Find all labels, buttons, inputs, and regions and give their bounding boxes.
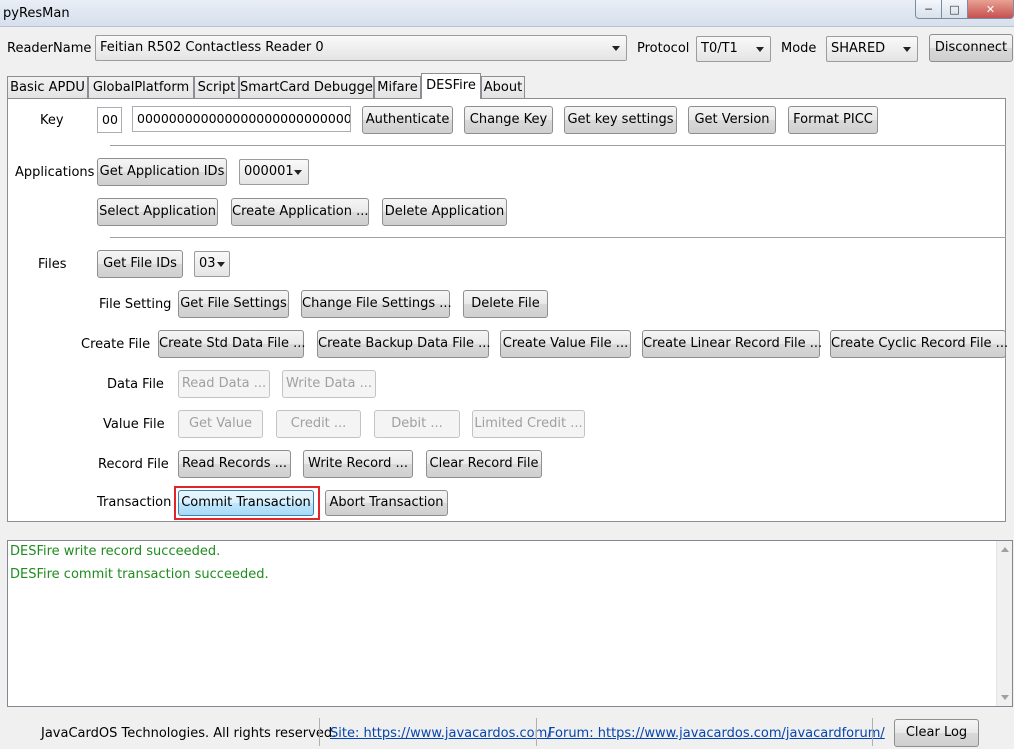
protocol-value: T0/T1 bbox=[701, 41, 738, 56]
window-controls: ─ □ ✕ bbox=[915, 0, 1014, 20]
select-application-button[interactable]: Select Application bbox=[97, 198, 218, 226]
create-cyclic-record-file-button[interactable]: Create Cyclic Record File ... bbox=[830, 330, 1008, 358]
divider bbox=[110, 237, 1006, 238]
credit-button[interactable]: Credit ... bbox=[276, 410, 361, 438]
mode-value: SHARED bbox=[831, 41, 886, 56]
create-std-data-file-button[interactable]: Create Std Data File ... bbox=[158, 330, 306, 358]
chevron-down-icon bbox=[756, 47, 764, 52]
reader-name-label: ReaderName bbox=[7, 41, 92, 56]
reader-name-select[interactable]: Feitian R502 Contactless Reader 0 bbox=[95, 35, 627, 61]
key-label: Key bbox=[40, 113, 64, 128]
copyright-text: JavaCardOS Technologies. All rights rese… bbox=[41, 726, 337, 741]
transaction-label: Transaction bbox=[97, 495, 172, 510]
create-backup-data-file-button[interactable]: Create Backup Data File ... bbox=[317, 330, 491, 358]
applications-label: Applications bbox=[15, 165, 95, 180]
footer: JavaCardOS Technologies. All rights rese… bbox=[0, 712, 1014, 749]
chevron-down-icon bbox=[294, 170, 302, 175]
get-application-ids-button[interactable]: Get Application IDs bbox=[97, 158, 227, 186]
format-picc-button[interactable]: Format PICC bbox=[788, 106, 878, 134]
get-file-settings-button[interactable]: Get File Settings bbox=[178, 290, 289, 318]
tab-about[interactable]: About bbox=[481, 76, 525, 98]
protocol-select[interactable]: T0/T1 bbox=[696, 36, 771, 62]
close-icon: ✕ bbox=[985, 2, 996, 16]
site-link[interactable]: Site: https://www.javacardos.com/ bbox=[330, 726, 552, 741]
maximize-icon: □ bbox=[949, 2, 960, 16]
read-data-button[interactable]: Read Data ... bbox=[178, 370, 270, 398]
chevron-down-icon bbox=[903, 47, 911, 52]
chevron-down-icon bbox=[612, 46, 620, 51]
divider bbox=[872, 718, 873, 746]
tab-basic-apdu[interactable]: Basic APDU bbox=[7, 76, 88, 98]
key-value-field[interactable]: 00000000000000000000000000000000 bbox=[132, 106, 351, 132]
authenticate-button[interactable]: Authenticate bbox=[362, 106, 453, 134]
log-scrollbar[interactable] bbox=[996, 541, 1012, 706]
app-window: pyResMan ─ □ ✕ ReaderName Feitian R502 C… bbox=[0, 0, 1014, 749]
scroll-up-icon[interactable] bbox=[1001, 547, 1009, 552]
delete-file-button[interactable]: Delete File bbox=[463, 290, 548, 318]
files-label: Files bbox=[38, 257, 67, 272]
key-number-field[interactable]: 00 bbox=[97, 107, 122, 133]
log-line: DESFire write record succeeded. bbox=[10, 544, 221, 559]
protocol-label: Protocol bbox=[637, 41, 690, 56]
tab-desfire[interactable]: DESFire bbox=[421, 73, 481, 99]
file-id-value: 03 bbox=[199, 256, 216, 271]
change-file-settings-button[interactable]: Change File Settings ... bbox=[301, 290, 452, 318]
create-application-button[interactable]: Create Application ... bbox=[231, 198, 369, 226]
change-key-button[interactable]: Change Key bbox=[464, 106, 553, 134]
disconnect-button[interactable]: Disconnect bbox=[929, 34, 1013, 62]
log-output[interactable]: DESFire write record succeeded. DESFire … bbox=[7, 540, 1013, 707]
tab-script[interactable]: Script bbox=[194, 76, 239, 98]
tab-globalplatform[interactable]: GlobalPlatform bbox=[88, 76, 194, 98]
mode-select[interactable]: SHARED bbox=[826, 36, 918, 62]
window-title: pyResMan bbox=[3, 6, 70, 21]
reader-toolbar: ReaderName Feitian R502 Contactless Read… bbox=[0, 32, 1014, 66]
log-line: DESFire commit transaction succeeded. bbox=[10, 567, 269, 582]
tab-smartcard-debugger[interactable]: SmartCard Debugger bbox=[239, 76, 378, 98]
title-bar: pyResMan ─ □ ✕ bbox=[0, 0, 1014, 27]
abort-transaction-button[interactable]: Abort Transaction bbox=[325, 490, 448, 516]
close-button[interactable]: ✕ bbox=[968, 0, 1014, 19]
write-record-button[interactable]: Write Record ... bbox=[303, 450, 413, 478]
write-data-button[interactable]: Write Data ... bbox=[282, 370, 376, 398]
minimize-icon: ─ bbox=[925, 2, 932, 16]
clear-record-file-button[interactable]: Clear Record File bbox=[426, 450, 542, 478]
tab-mifare[interactable]: Mifare bbox=[374, 76, 421, 98]
desfire-panel: Key 00 00000000000000000000000000000000 … bbox=[7, 98, 1008, 522]
get-version-button[interactable]: Get Version bbox=[688, 106, 776, 134]
value-file-label: Value File bbox=[103, 417, 165, 432]
create-linear-record-file-button[interactable]: Create Linear Record File ... bbox=[642, 330, 822, 358]
mode-label: Mode bbox=[781, 41, 817, 56]
file-id-select[interactable]: 03 bbox=[194, 251, 230, 277]
create-value-file-button[interactable]: Create Value File ... bbox=[500, 330, 631, 358]
divider bbox=[319, 718, 320, 746]
delete-application-button[interactable]: Delete Application bbox=[382, 198, 507, 226]
record-file-label: Record File bbox=[98, 457, 169, 472]
divider bbox=[110, 145, 1006, 146]
debit-button[interactable]: Debit ... bbox=[374, 410, 460, 438]
create-file-label: Create File bbox=[81, 337, 151, 352]
data-file-label: Data File bbox=[107, 377, 164, 392]
maximize-button[interactable]: □ bbox=[942, 0, 968, 19]
read-records-button[interactable]: Read Records ... bbox=[178, 450, 291, 478]
reader-name-value: Feitian R502 Contactless Reader 0 bbox=[100, 40, 324, 55]
application-id-value: 000001 bbox=[244, 164, 294, 179]
scroll-down-icon[interactable] bbox=[1001, 695, 1009, 700]
file-setting-label: File Setting bbox=[99, 297, 172, 312]
clear-log-button[interactable]: Clear Log bbox=[894, 719, 979, 747]
get-key-settings-button[interactable]: Get key settings bbox=[564, 106, 677, 134]
minimize-button[interactable]: ─ bbox=[915, 0, 942, 19]
get-value-button[interactable]: Get Value bbox=[178, 410, 263, 438]
get-file-ids-button[interactable]: Get File IDs bbox=[97, 250, 183, 278]
limited-credit-button[interactable]: Limited Credit ... bbox=[472, 410, 585, 438]
application-id-select[interactable]: 000001 bbox=[239, 159, 309, 185]
commit-transaction-button[interactable]: Commit Transaction bbox=[178, 490, 314, 516]
divider bbox=[536, 718, 537, 746]
chevron-down-icon bbox=[217, 262, 225, 267]
forum-link[interactable]: Forum: https://www.javacardos.com/javaca… bbox=[548, 726, 885, 741]
